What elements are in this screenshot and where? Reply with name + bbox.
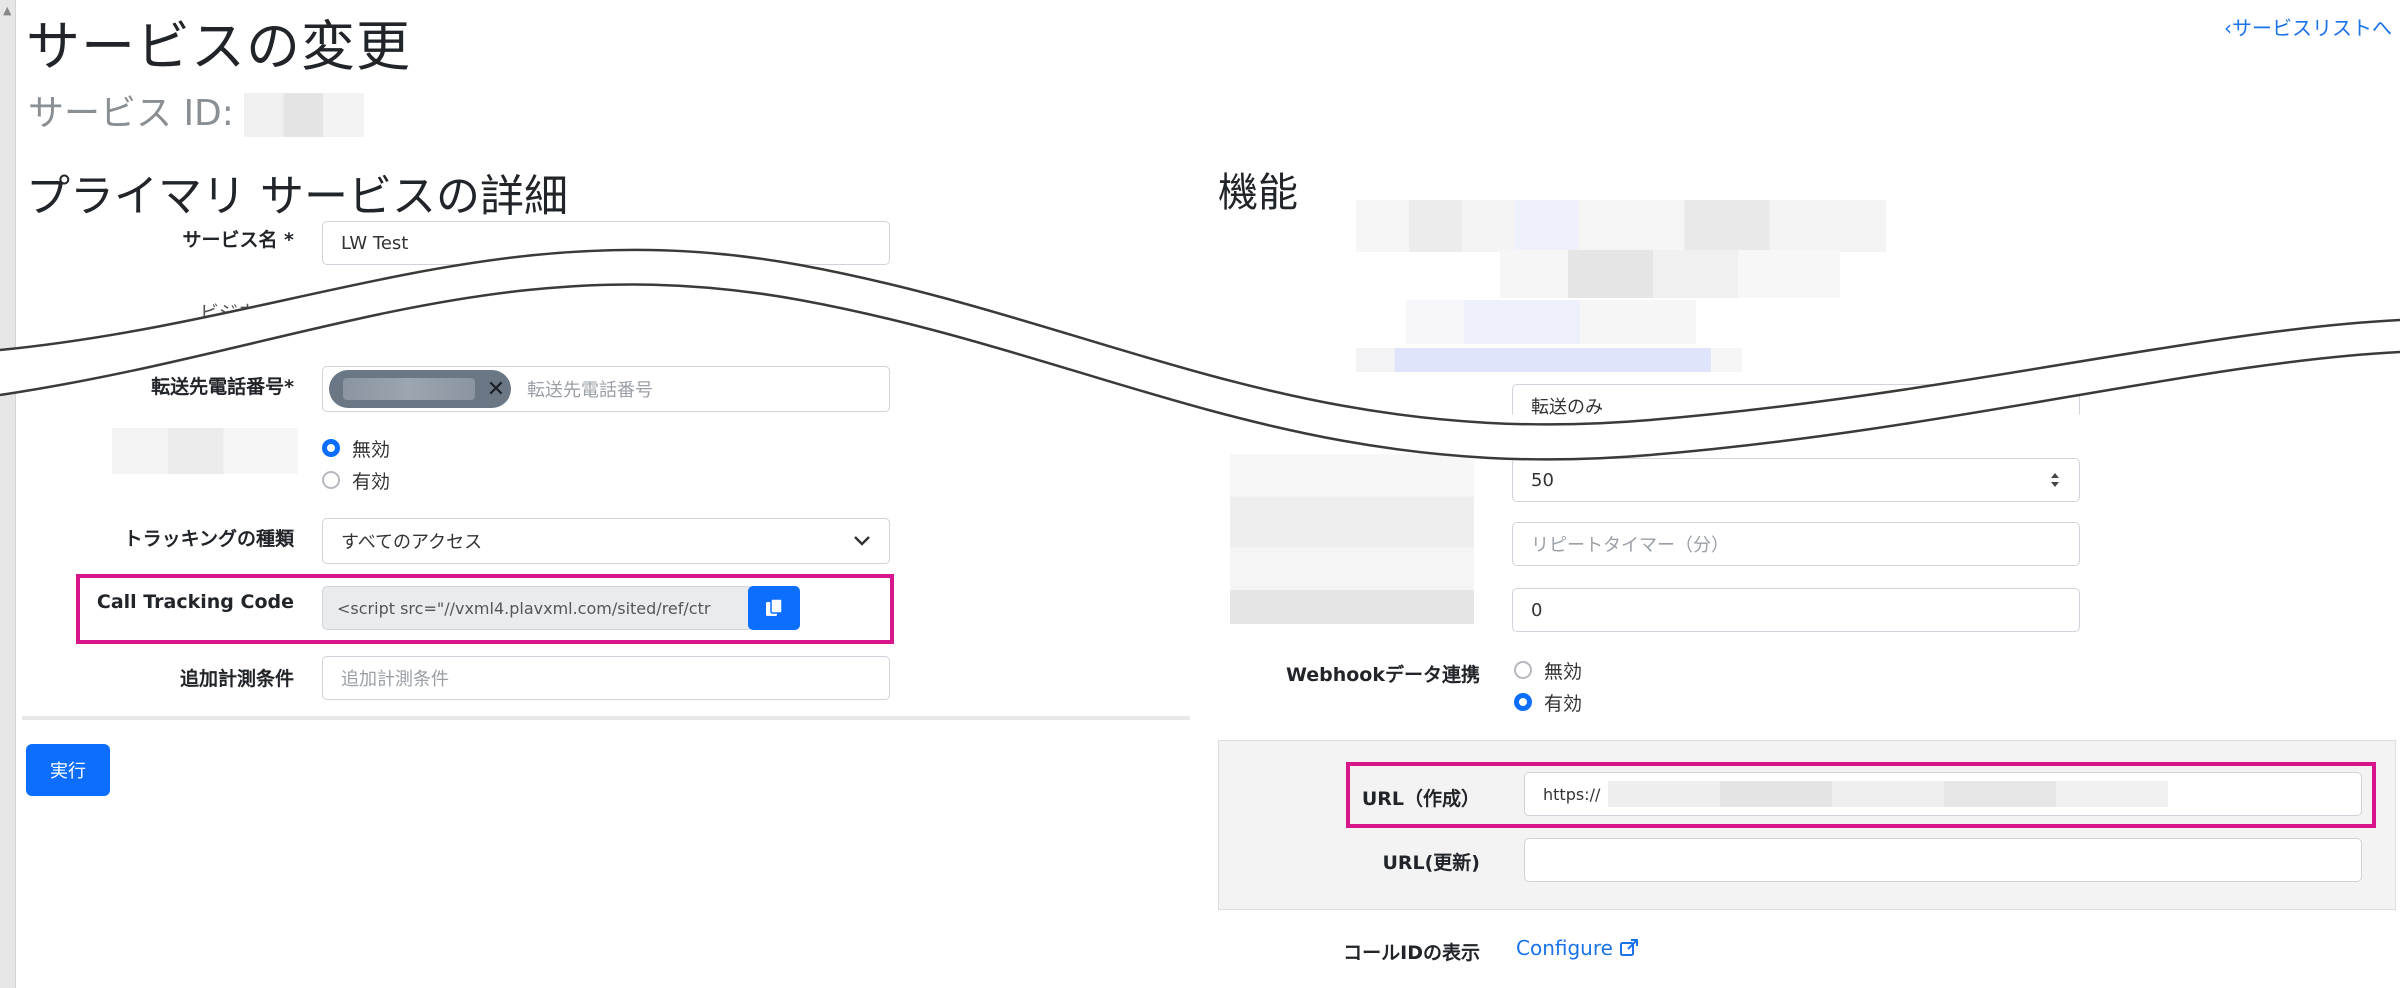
- webhook-radio-group: 無効 有効: [1514, 654, 1582, 718]
- radio-unchecked-icon[interactable]: [322, 471, 340, 489]
- copy-code-button[interactable]: [748, 586, 800, 630]
- service-name-label: サービス名 *: [182, 229, 294, 251]
- service-id-label: サービス ID:: [28, 93, 234, 134]
- extra-condition-label: 追加計測条件: [179, 668, 294, 690]
- call-tracking-code-field[interactable]: <script src="//vxml4.plavxml.com/sited/r…: [322, 586, 752, 630]
- chevron-down-icon: [854, 536, 870, 546]
- tracking-type-label: トラッキングの種類: [123, 528, 294, 550]
- section-divider: [22, 716, 1190, 720]
- zero-value-input[interactable]: 0: [1512, 588, 2080, 632]
- tracking-type-value: すべてのアクセス: [341, 532, 483, 553]
- scroll-up-icon[interactable]: ▲: [3, 4, 11, 17]
- url-create-input[interactable]: https://: [1524, 772, 2362, 816]
- configure-link[interactable]: Configure: [1516, 936, 1639, 960]
- repeat-timer-input[interactable]: リピートタイマー（分）: [1512, 522, 2080, 566]
- remove-chip-icon[interactable]: ✕: [481, 374, 511, 404]
- external-link-icon: [1619, 939, 1638, 956]
- run-button[interactable]: 実行: [26, 744, 110, 796]
- feature-redacted-4: [1356, 348, 1742, 372]
- primary-section-title: プライマリ サービスの詳細: [26, 171, 568, 222]
- status-radio-group: 無効 有効: [322, 432, 390, 496]
- back-to-service-list-link[interactable]: ‹サービスリストへ: [2224, 12, 2392, 41]
- status-option-enabled[interactable]: 有効: [322, 464, 390, 496]
- forward-number-input[interactable]: ✕ 転送先電話番号: [322, 366, 890, 412]
- url-update-label: URL(更新): [1382, 852, 1480, 874]
- phone-number-chip: ✕: [329, 370, 511, 408]
- call-tracking-code-label: Call Tracking Code: [96, 591, 294, 613]
- feature-redacted-3: [1406, 300, 1696, 344]
- url-create-label: URL（作成）: [1361, 788, 1480, 810]
- extra-condition-input[interactable]: 追加計測条件: [322, 656, 890, 700]
- left-scrollbar[interactable]: ▲: [0, 0, 16, 988]
- page-title: サービスの変更: [26, 15, 411, 78]
- status-label-redacted: [112, 428, 298, 474]
- settings-labels-redacted: [1230, 454, 1474, 624]
- tracking-type-select[interactable]: すべてのアクセス: [322, 518, 890, 564]
- forward-mode-select[interactable]: 転送のみ: [1512, 384, 2080, 415]
- number-stepper-value: 50: [1531, 469, 1554, 491]
- url-redacted: [1608, 781, 2169, 807]
- url-update-input[interactable]: [1524, 838, 2362, 882]
- forward-number-label: 転送先電話番号*: [151, 376, 294, 398]
- radio-unchecked-icon[interactable]: [1514, 661, 1532, 679]
- webhook-label: Webhookデータ連携: [1285, 664, 1480, 686]
- url-create-value: https://: [1543, 784, 1601, 804]
- phone-number-redacted: [343, 378, 475, 400]
- webhook-option-disabled[interactable]: 無効: [1514, 654, 1582, 686]
- service-id-value-redacted: [243, 93, 364, 137]
- status-option-disabled[interactable]: 無効: [322, 432, 390, 464]
- radio-checked-icon[interactable]: [1514, 693, 1532, 711]
- spinner-arrows-icon[interactable]: [2049, 471, 2061, 489]
- copy-icon: [766, 598, 783, 616]
- service-name-input[interactable]: LW Test: [322, 221, 890, 265]
- business-label: ビジネス...: [199, 302, 294, 324]
- feature-redacted-2: [1500, 250, 1840, 298]
- number-stepper[interactable]: 50: [1512, 458, 2080, 502]
- features-section-title: 機能: [1218, 170, 1298, 216]
- forward-number-placeholder: 転送先電話番号: [527, 380, 653, 401]
- radio-checked-icon[interactable]: [322, 439, 340, 457]
- feature-redacted-1: [1356, 200, 1886, 252]
- service-id: サービス ID:: [28, 84, 364, 137]
- call-id-display-label: コールIDの表示: [1343, 942, 1480, 964]
- webhook-option-enabled[interactable]: 有効: [1514, 686, 1582, 718]
